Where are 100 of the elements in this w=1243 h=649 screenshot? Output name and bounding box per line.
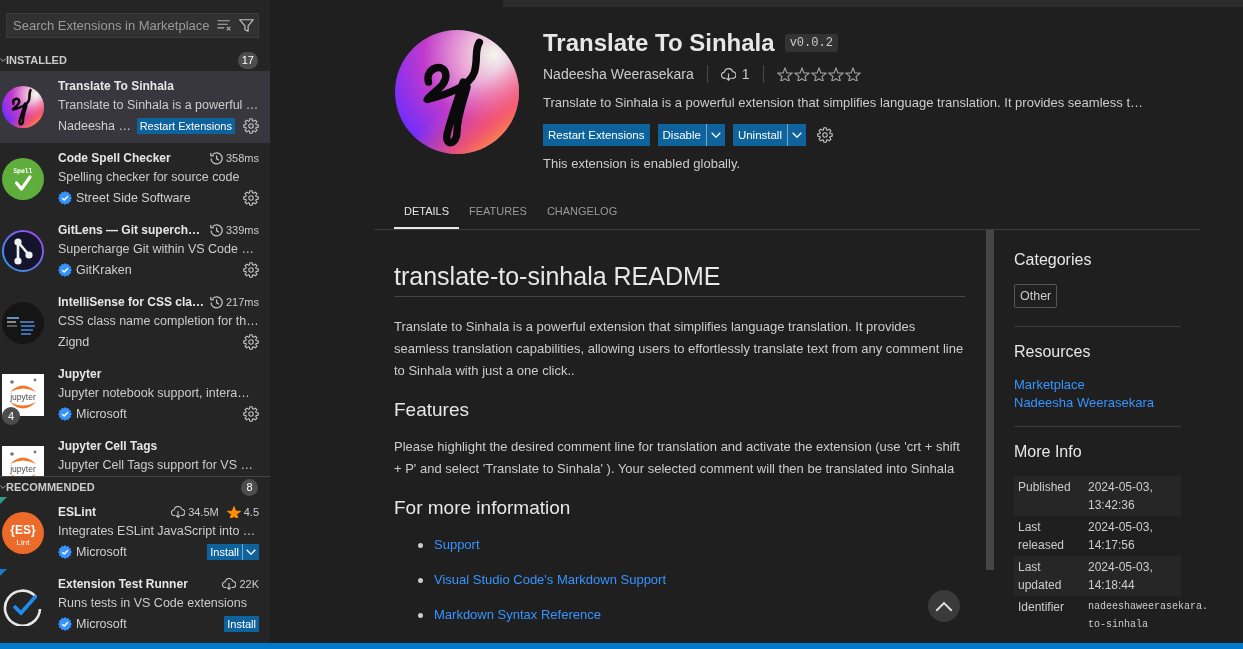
- star-icon: [793, 67, 810, 81]
- action-button[interactable]: Restart Extensions: [136, 117, 235, 134]
- gear-icon[interactable]: [243, 261, 259, 278]
- tab[interactable]: CHANGELOG: [536, 201, 628, 229]
- extension-name: ESLint: [58, 505, 96, 519]
- extension-title: Translate To Sinhala: [543, 29, 775, 57]
- star-icon: [844, 67, 861, 81]
- section-heading: Features: [394, 398, 470, 422]
- extension-description: Spelling checker for source code: [58, 170, 240, 184]
- extension-list-item[interactable]: jupyter Jupyter Cell Tags Jupyter Cell Tags support for VS …: [0, 431, 270, 476]
- gear-icon[interactable]: [817, 127, 833, 143]
- dropdown-button[interactable]: [242, 543, 259, 560]
- readme-title: translate-to-sinhala README: [394, 261, 965, 297]
- gear-icon[interactable]: [243, 189, 259, 206]
- section-title[interactable]: RECOMMENDED: [6, 481, 95, 493]
- action-button[interactable]: Uninstall: [732, 124, 787, 146]
- info-value: 2024-05-03, 14:17:56: [1088, 520, 1153, 552]
- cloud-download-icon: [222, 578, 237, 590]
- extension-name: Translate To Sinhala: [58, 79, 174, 93]
- resource-link[interactable]: Marketplace: [1014, 376, 1085, 394]
- info-label: Published: [1018, 480, 1071, 494]
- extension-name: Jupyter Cell Tags: [58, 439, 158, 453]
- resource-link[interactable]: Nadeesha Weerasekara: [1014, 394, 1154, 412]
- bullet-icon: [418, 542, 423, 548]
- chevron-up-icon: [935, 600, 953, 612]
- chevron-down-icon: [792, 132, 802, 138]
- search-field[interactable]: Search Extensions in Marketplace: [6, 13, 259, 38]
- action-button[interactable]: Install: [207, 543, 242, 560]
- code-preview-logo-icon: [2, 302, 44, 344]
- eslint-logo: {ES} Lint: [2, 512, 44, 554]
- history-icon: [209, 223, 223, 237]
- link[interactable]: Support: [434, 535, 480, 555]
- tab[interactable]: FEATURES: [459, 201, 537, 229]
- section-heading: Resources: [1014, 342, 1092, 362]
- star-icon: [226, 506, 241, 518]
- extension-description: Jupyter Cell Tags support for VS …: [58, 458, 253, 472]
- scrollbar[interactable]: [986, 230, 994, 570]
- publisher-name: Microsoft: [76, 544, 127, 559]
- info-label: Last released: [1018, 520, 1065, 552]
- history-icon: [209, 151, 223, 165]
- extension-list-item[interactable]: {ES} Lint ESLint 34.5M 4.5 Integrates ESLint JavaScript into … Microsoft Install: [0, 497, 270, 569]
- section-heading: For more information: [394, 496, 572, 520]
- publisher-link[interactable]: Nadeesha Weerasekara: [543, 66, 694, 82]
- extension-description: Runs tests in VS Code extensions: [58, 596, 247, 610]
- gear-icon[interactable]: [243, 117, 259, 134]
- activation-time: 339ms: [225, 224, 259, 236]
- scroll-to-top-button[interactable]: [928, 590, 960, 622]
- download-count: 34.5M: [188, 506, 219, 518]
- count-badge: 4: [2, 407, 20, 425]
- count-badge: 17: [237, 51, 258, 69]
- branch-logo-icon: [2, 230, 44, 272]
- info-label: Last updated: [1018, 560, 1062, 592]
- extension-list-item[interactable]: IntelliSense for CSS cla… 217ms CSS class name completion for th… Zignd: [0, 287, 270, 359]
- history-icon: [209, 295, 223, 309]
- link[interactable]: Markdown Syntax Reference: [434, 605, 601, 625]
- section-title[interactable]: INSTALLED: [6, 54, 67, 66]
- extension-list-item[interactable]: jupyter 4 Jupyter Jupyter notebook support, intera… Microsoft: [0, 359, 270, 431]
- action-button[interactable]: Restart Extensions: [543, 124, 650, 146]
- publisher-name: Microsoft: [76, 406, 127, 421]
- star-icon: [776, 67, 793, 81]
- extension-list-item[interactable]: Translate To Sinhala Translate to Sinhala is a powerful … Nadeesha … Restart Extensions: [0, 71, 270, 143]
- publisher-name: Zignd: [58, 334, 90, 349]
- publisher-name: GitKraken: [76, 262, 132, 277]
- tab[interactable]: DETAILS: [394, 201, 460, 229]
- status-message: This extension is enabled globally.: [543, 156, 741, 171]
- activation-time: 358ms: [225, 152, 259, 164]
- section-heading: More Info: [1014, 442, 1083, 462]
- cloud-download-icon: [171, 506, 186, 518]
- chevron-down-icon: [246, 548, 256, 555]
- extension-description: Translate to Sinhala is a powerful …: [58, 98, 259, 112]
- extension-description: Supercharge Git within VS Code …: [58, 242, 254, 256]
- extension-description: Integrates ESLint JavaScript into …: [58, 524, 256, 538]
- paragraph: Translate to Sinhala is a powerful extension that simplifies language translation. It provides seamless translation capabilities, allowing users to effortlessly translate text from any comment line to Sinhala with just a one click..: [394, 318, 965, 380]
- gear-icon[interactable]: [243, 405, 259, 422]
- category-tag[interactable]: Other: [1014, 284, 1058, 308]
- extension-list-item[interactable]: Extension Test Runner 22K Runs tests in VS Code extensions Microsoft Install: [0, 569, 270, 641]
- publisher-name: Street Side Software: [76, 190, 191, 205]
- extension-name: Jupyter: [58, 367, 102, 381]
- extension-list-item[interactable]: GitLens — Git superch… 339ms Supercharge Git within VS Code … GitKraken: [0, 215, 270, 287]
- action-button[interactable]: Disable: [657, 124, 706, 146]
- jupyter-logo: jupyter: [2, 446, 44, 476]
- extension-name: GitLens — Git superch…: [58, 223, 201, 237]
- download-count: 22K: [239, 578, 259, 590]
- star-icon: [827, 67, 844, 81]
- bullet-icon: [418, 612, 423, 618]
- publisher-name: Nadeesha …: [58, 118, 131, 133]
- action-button[interactable]: Install: [224, 615, 259, 632]
- chevron-down-icon: [710, 132, 721, 138]
- rating-value: 4.5: [243, 506, 259, 518]
- extension-description: CSS class name completion for th…: [58, 314, 259, 328]
- star-icon: [810, 67, 827, 81]
- extension-name: Extension Test Runner: [58, 577, 188, 591]
- gear-icon[interactable]: [243, 333, 259, 350]
- bullet-icon: [418, 577, 423, 583]
- link[interactable]: Visual Studio Code's Markdown Support: [434, 570, 667, 590]
- section-heading: Categories: [1014, 250, 1093, 270]
- clear-filter-icon[interactable]: [217, 20, 231, 31]
- install-count: 1: [741, 66, 750, 82]
- filter-icon[interactable]: [239, 19, 254, 32]
- activation-time: 217ms: [225, 296, 259, 308]
